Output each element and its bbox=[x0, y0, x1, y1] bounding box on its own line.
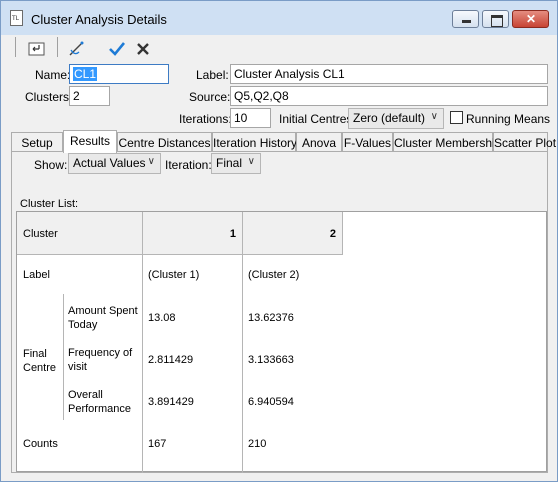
clusters-field[interactable]: 2 bbox=[69, 86, 110, 106]
tab-cluster-membership[interactable]: Cluster Membership bbox=[393, 132, 501, 152]
cancel-icon bbox=[137, 43, 149, 55]
close-icon bbox=[513, 11, 548, 27]
initial-centres-value: Zero (default) bbox=[353, 111, 426, 125]
iterations-field[interactable]: 10 bbox=[230, 108, 271, 128]
tab-results[interactable]: Results bbox=[63, 130, 117, 153]
cancel-button[interactable] bbox=[132, 37, 154, 59]
ok-button[interactable] bbox=[106, 37, 128, 59]
tab-setup[interactable]: Setup bbox=[11, 132, 63, 152]
chevron-down-icon: ∨ bbox=[430, 111, 438, 122]
tab-anova[interactable]: Anova bbox=[296, 132, 342, 152]
label-label: Label: bbox=[196, 68, 229, 82]
grid-line bbox=[17, 254, 343, 255]
notes-icon bbox=[69, 41, 84, 56]
table-cell: 2.811429 bbox=[148, 354, 194, 366]
show-select[interactable]: Actual Values ∨ bbox=[68, 153, 161, 174]
source-label: Source: bbox=[189, 90, 231, 104]
show-value: Actual Values bbox=[73, 156, 146, 170]
clusters-label: Clusters: bbox=[25, 90, 73, 104]
table-cell: (Cluster 2) bbox=[248, 269, 300, 281]
label-field[interactable]: Cluster Analysis CL1 bbox=[230, 64, 548, 84]
table-cell: 13.62376 bbox=[248, 312, 294, 324]
toolbar-separator bbox=[57, 37, 58, 57]
grid-line bbox=[63, 294, 64, 420]
variable-label: Today bbox=[68, 319, 98, 331]
row-label-counts: Counts bbox=[23, 438, 58, 450]
grid-line bbox=[142, 212, 143, 473]
source-field[interactable]: Q5,Q2,Q8 bbox=[230, 86, 548, 106]
variable-label: visit bbox=[68, 361, 87, 373]
chevron-down-icon: ∨ bbox=[147, 156, 155, 167]
close-window-button[interactable] bbox=[512, 10, 549, 28]
show-label: Show: bbox=[34, 158, 68, 172]
variable-label: Amount Spent bbox=[68, 305, 138, 317]
tab-strip: Setup Results Centre Distances Iteration… bbox=[11, 130, 556, 153]
table-cell: 13.08 bbox=[148, 312, 176, 324]
tab-centre-distances[interactable]: Centre Distances bbox=[117, 132, 212, 152]
iterations-label: Iterations: bbox=[179, 112, 232, 126]
table-cell: 210 bbox=[248, 438, 267, 450]
iteration-label: Iteration: bbox=[165, 158, 212, 172]
table-cell: 167 bbox=[148, 438, 167, 450]
notes-button[interactable] bbox=[66, 37, 88, 59]
grid-line bbox=[342, 212, 343, 254]
row-label-label: Label bbox=[23, 269, 50, 281]
window-title: Cluster Analysis Details bbox=[31, 12, 167, 27]
toolbar bbox=[1, 35, 557, 61]
running-means-checkbox[interactable] bbox=[450, 111, 463, 124]
exit-icon bbox=[28, 42, 45, 56]
table-cell: 3.133663 bbox=[248, 354, 294, 366]
check-icon bbox=[109, 42, 126, 56]
minimize-button[interactable] bbox=[452, 10, 479, 28]
exit-button[interactable] bbox=[26, 37, 48, 59]
initial-centres-select[interactable]: Zero (default) ∨ bbox=[348, 108, 444, 129]
name-label: Name: bbox=[35, 68, 71, 82]
column-header: 2 bbox=[329, 228, 336, 240]
toolbar-separator bbox=[15, 37, 16, 57]
table-cell: 6.940594 bbox=[248, 396, 294, 408]
name-value: CL1 bbox=[73, 67, 98, 81]
chevron-down-icon: ∨ bbox=[247, 156, 255, 167]
document-icon bbox=[10, 10, 23, 26]
maximize-button[interactable] bbox=[482, 10, 509, 28]
tab-f-values[interactable]: F-Values bbox=[342, 132, 393, 152]
grid-line bbox=[242, 212, 243, 473]
iteration-value: Final bbox=[216, 156, 243, 170]
column-header: 1 bbox=[229, 228, 236, 240]
cluster-table[interactable]: Cluster 1 2 Label (Cluster 1) (Cluster 2… bbox=[16, 211, 547, 473]
cluster-list-label: Cluster List: bbox=[20, 198, 79, 210]
variable-label: Frequency of bbox=[68, 347, 133, 359]
variable-label: Overall bbox=[68, 389, 103, 401]
table-cell: (Cluster 1) bbox=[148, 269, 200, 281]
final-centre-label: Centre bbox=[23, 362, 57, 374]
tab-scatter-plot[interactable]: Scatter Plot bbox=[493, 132, 556, 152]
minimize-icon bbox=[453, 11, 478, 27]
maximize-icon bbox=[483, 11, 508, 27]
initial-centres-label: Initial Centres: bbox=[279, 112, 356, 126]
table-header-cluster: Cluster bbox=[23, 228, 58, 240]
title-bar: Cluster Analysis Details bbox=[1, 1, 557, 35]
final-centre-label: Final bbox=[23, 348, 47, 360]
variable-label: Performance bbox=[68, 403, 131, 415]
name-field[interactable]: CL1 bbox=[69, 64, 169, 84]
running-means-label: Running Means bbox=[466, 112, 551, 126]
iteration-select[interactable]: Final ∨ bbox=[211, 153, 261, 174]
tab-iteration-history[interactable]: Iteration History bbox=[212, 132, 297, 152]
table-cell: 3.891429 bbox=[148, 396, 194, 408]
cluster-analysis-window: Cluster Analysis Details bbox=[0, 0, 558, 482]
